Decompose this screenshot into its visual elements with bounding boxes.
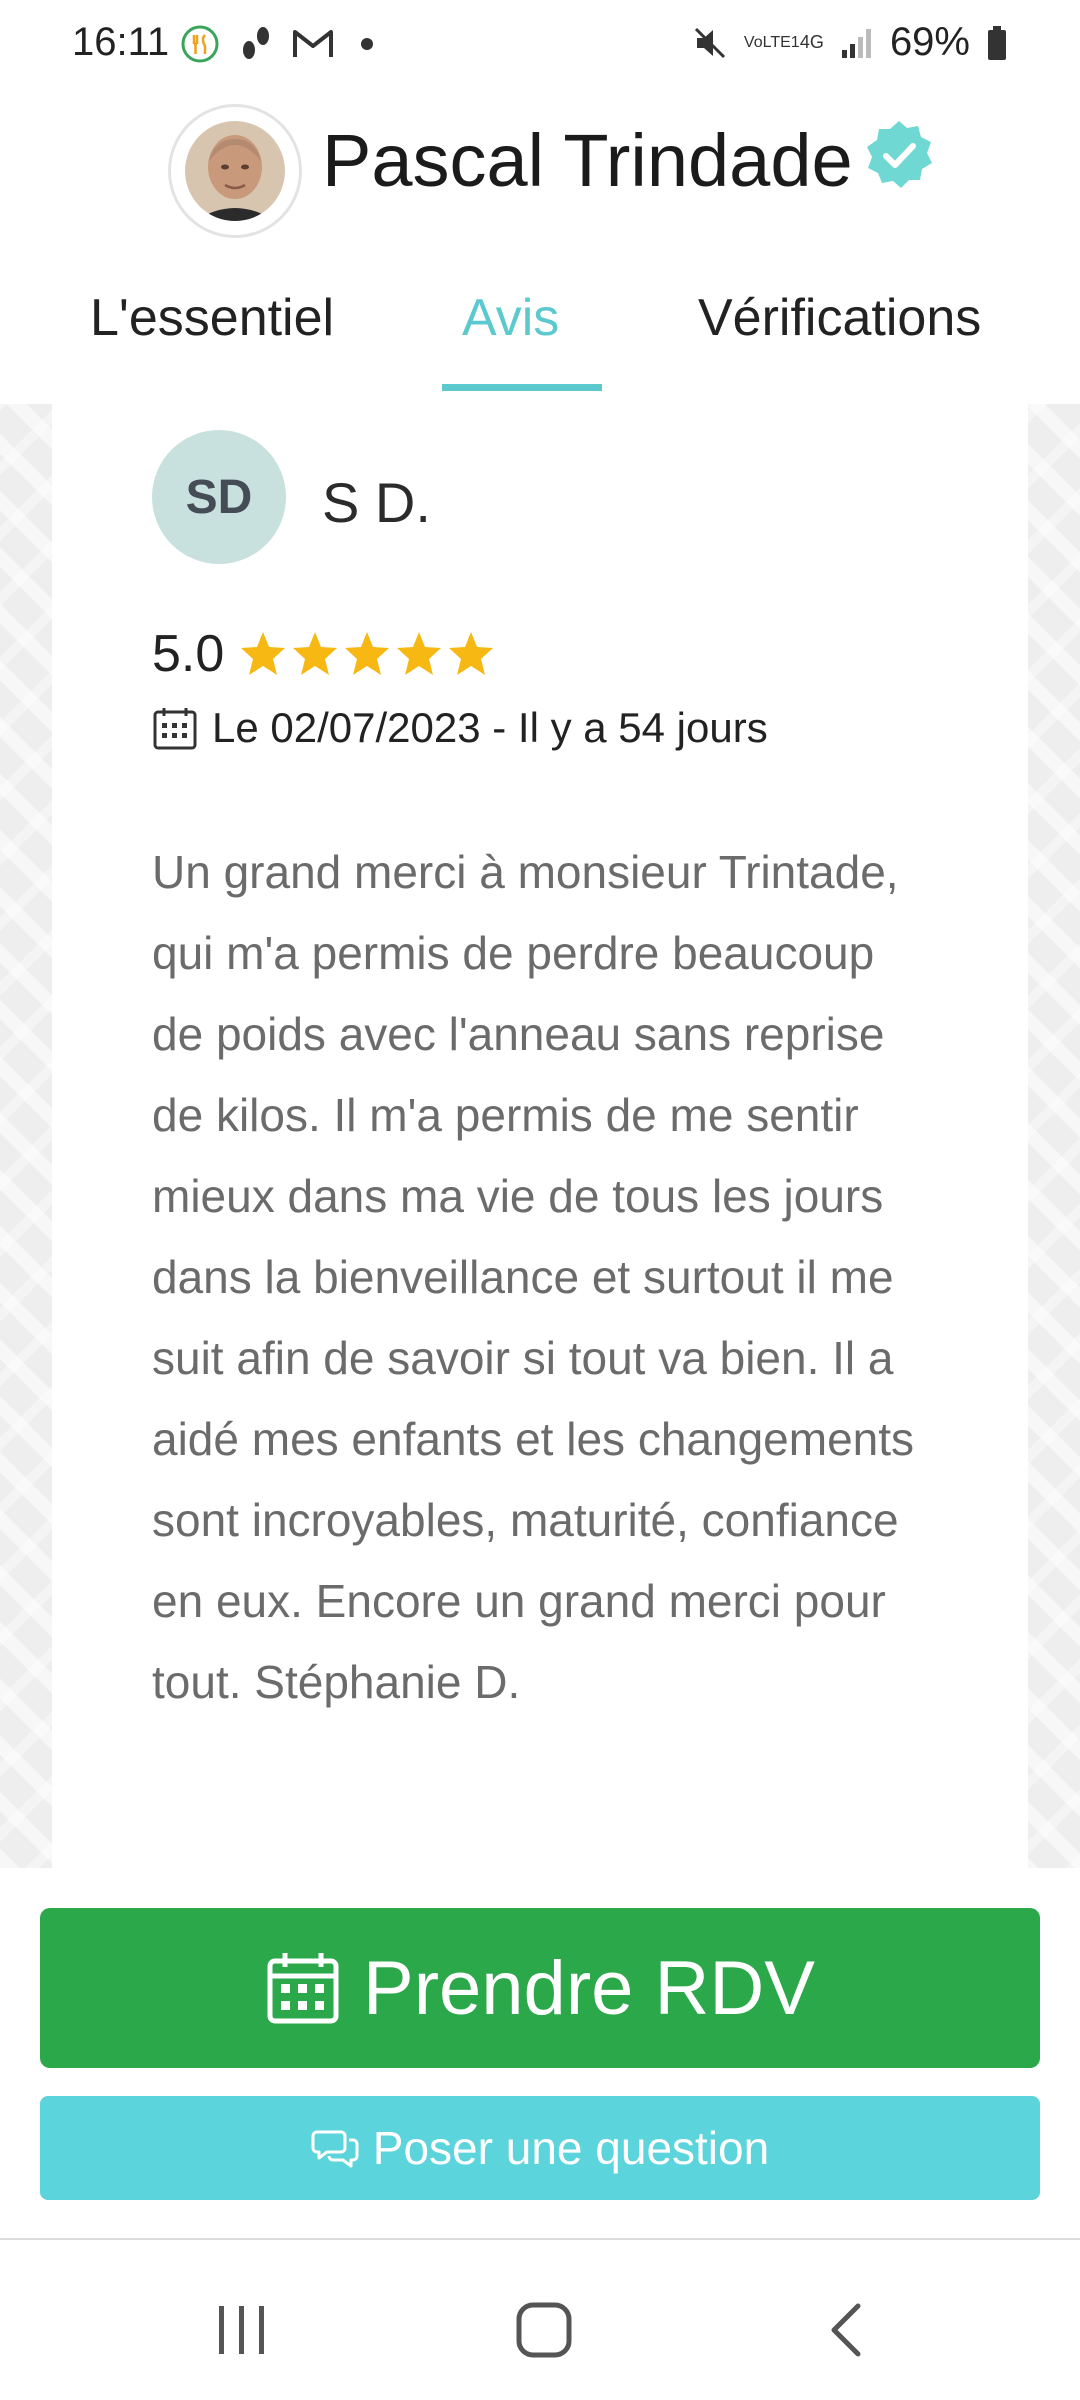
star-icon <box>345 632 390 675</box>
signal-icon <box>841 28 871 58</box>
rating-value: 5.0 <box>152 625 225 683</box>
home-icon <box>516 2302 572 2358</box>
back-icon <box>831 2303 861 2357</box>
volte-label: VoLTE1 <box>743 33 800 51</box>
battery-percent: 69% <box>889 20 970 64</box>
chat-bubbles-icon <box>311 2130 359 2168</box>
status-notification-icons <box>180 24 382 64</box>
rating-stars <box>238 629 496 679</box>
ask-question-button[interactable]: Poser une question <box>40 2096 1040 2200</box>
rating-row: 5.0 <box>152 624 496 684</box>
doctor-name: Pascal Trindade <box>322 119 853 202</box>
recents-icon <box>219 2306 264 2354</box>
action-buttons: Prendre RDV Poser une question <box>0 1868 1080 2238</box>
calendar-icon <box>267 1953 339 2024</box>
book-appointment-label: Prendre RDV <box>363 1945 815 2031</box>
dot-icon <box>361 38 373 50</box>
tab-avis[interactable]: Avis <box>462 288 559 348</box>
tab-essentiel[interactable]: L'essentiel <box>90 288 334 348</box>
book-appointment-button[interactable]: Prendre RDV <box>40 1908 1040 2068</box>
back-button[interactable] <box>806 2290 886 2370</box>
mute-icon <box>694 27 725 58</box>
network-type: 4G <box>799 32 824 52</box>
active-tab-indicator <box>442 384 602 391</box>
gmail-icon <box>293 30 333 57</box>
reviewer-avatar: SD <box>152 430 286 564</box>
star-icon <box>241 632 286 675</box>
system-nav-bar <box>0 2240 1080 2400</box>
star-icon <box>397 632 442 675</box>
review-text: Un grand merci à monsieur Trintade, qui … <box>152 846 915 1708</box>
tab-verifications[interactable]: Vérifications <box>698 288 981 348</box>
doctor-portrait-image <box>185 121 285 221</box>
review-date: Le 02/07/2023 - Il y a 54 jours <box>212 704 768 751</box>
profile-tabs: L'essentiel Avis Vérifications <box>0 270 1080 400</box>
star-icon <box>449 632 494 675</box>
doctor-avatar[interactable] <box>168 104 302 238</box>
home-button[interactable] <box>504 2290 584 2370</box>
status-time: 16:11 <box>72 20 170 64</box>
verified-badge-icon <box>867 121 932 188</box>
review-date-row: Le 02/07/2023 - Il y a 54 jours <box>152 704 768 752</box>
battery-icon <box>988 25 1006 60</box>
footsteps-icon <box>243 27 269 59</box>
restaurant-icon <box>181 25 219 63</box>
reviewer-name: S D. <box>322 471 431 534</box>
status-bar: 16:11 VoLTE1 4G 69% <box>0 0 1080 96</box>
ask-question-label: Poser une question <box>372 2122 770 2174</box>
star-icon <box>293 632 338 675</box>
recents-button[interactable] <box>202 2290 282 2370</box>
reviews-content[interactable]: SD S D. 5.0 Le 02/07/2023 - Il y a 54 jo… <box>0 404 1080 1868</box>
doctor-photo <box>185 121 285 221</box>
status-system-icons: VoLTE1 4G 69% <box>692 20 1008 65</box>
review-card: SD S D. 5.0 Le 02/07/2023 - Il y a 54 jo… <box>52 404 1028 1868</box>
calendar-icon <box>153 708 197 750</box>
